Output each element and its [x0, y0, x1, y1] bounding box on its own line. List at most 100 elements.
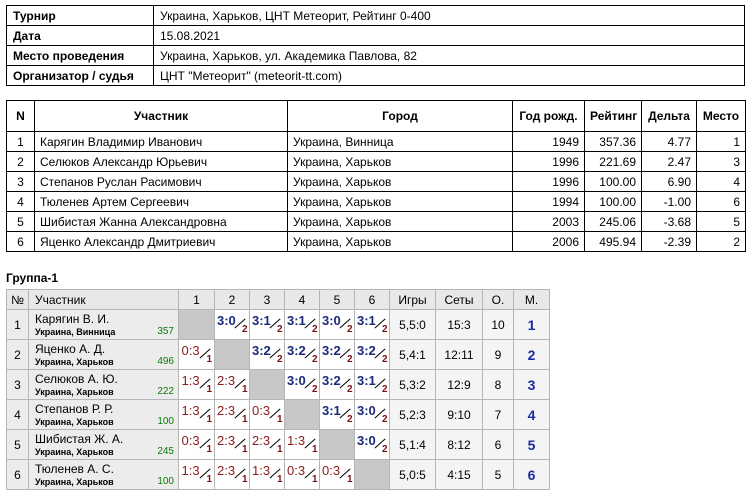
match-result[interactable]: 3:2 2 [354, 339, 390, 370]
set-score: 3:2 [322, 373, 341, 388]
match-result[interactable]: 3:2 2 [284, 339, 320, 370]
match-points: 1 [206, 384, 213, 395]
info-row: Организатор / судья ЦНТ "Метеорит" (meteo… [6, 65, 745, 86]
info-value: 15.08.2021 [153, 25, 745, 46]
match-result[interactable]: 3:2 2 [319, 339, 355, 370]
match-result[interactable]: 1:3 1 [178, 399, 215, 430]
match-result[interactable]: 3:0 2 [354, 429, 390, 460]
participant-cell: 1 [6, 131, 35, 152]
participant-cell: 100.00 [584, 171, 642, 192]
win-score: 3:1 2 [357, 311, 388, 335]
participant-cell: Украина, Харьков [287, 211, 513, 232]
match-result[interactable]: 3:0 2 [319, 309, 355, 340]
group-participant-cell: Шибистая Ж. А. Украина, Харьков 245 [28, 429, 179, 460]
participant-cell: 495.94 [584, 231, 642, 252]
group-cross-table: № Участник 1 2 3 4 5 6 Игры Сеты О. М. 1 Карягин В. … [6, 289, 550, 490]
match-result[interactable]: 2:3 1 [214, 399, 250, 430]
place-cell: 4 [513, 399, 550, 430]
win-score: 3:1 2 [287, 311, 318, 335]
match-result[interactable]: 0:3 1 [284, 459, 320, 490]
match-points: 1 [206, 474, 213, 485]
set-score: 2:3 [252, 433, 271, 448]
match-result[interactable]: 0:3 1 [319, 459, 355, 490]
group-row-number: 3 [6, 369, 29, 400]
match-result[interactable]: 1:3 1 [249, 459, 285, 490]
match-result[interactable]: 3:0 2 [354, 399, 390, 430]
match-result[interactable]: 3:1 2 [354, 369, 390, 400]
loss-score: 1:3 1 [182, 371, 213, 395]
participant-cell: Тюленев Артем Сергеевич [34, 191, 288, 212]
games-total: 5,1:4 [389, 429, 436, 460]
set-score: 1:3 [252, 463, 271, 478]
participant-name: Тюленев А. С. [35, 461, 114, 476]
match-result[interactable]: 3:0 2 [284, 369, 320, 400]
match-result[interactable]: 2:3 1 [214, 459, 250, 490]
participant-cell: 4 [696, 171, 746, 192]
diagonal-cell [214, 339, 250, 370]
group-row-number: 5 [6, 429, 29, 460]
participant-city: Украина, Харьков [35, 356, 114, 367]
participant-cell: Карягин Владимир Иванович [34, 131, 288, 152]
points-total: 5 [482, 459, 514, 490]
match-points: 2 [312, 384, 318, 395]
match-result[interactable]: 0:3 1 [178, 429, 215, 460]
participant-cell: 6 [6, 231, 35, 252]
participant-rating: 245 [157, 445, 174, 457]
info-label: Место проведения [6, 45, 154, 66]
match-result[interactable]: 3:1 2 [249, 309, 285, 340]
participant-meta: Украина, Харьков 100 [29, 416, 178, 428]
info-row: Турнир Украина, Харьков, ЦНТ Метеорит, Ре… [6, 5, 745, 26]
participant-row: 3 Степанов Руслан Расимович Украина, Харьк… [6, 171, 746, 192]
match-result[interactable]: 2:3 1 [214, 369, 250, 400]
match-points: 2 [382, 414, 388, 425]
participant-rating: 222 [157, 385, 174, 397]
participant-name: Степанов Р. Р. [35, 401, 114, 416]
match-result[interactable]: 0:3 1 [249, 399, 285, 430]
match-result[interactable]: 3:1 2 [284, 309, 320, 340]
set-score: 3:1 [322, 403, 341, 418]
match-points: 2 [347, 384, 353, 395]
games-total: 5,3:2 [389, 369, 436, 400]
diagonal-cell [284, 399, 320, 430]
match-points: 1 [242, 444, 248, 455]
match-result[interactable]: 0:3 1 [178, 339, 215, 370]
win-score: 3:2 2 [322, 341, 353, 365]
group-participant-cell: Карягин В. И. Украина, Винница 357 [28, 309, 179, 340]
sets-total: 15:3 [435, 309, 483, 340]
match-result[interactable]: 1:3 1 [178, 369, 215, 400]
match-result[interactable]: 1:3 1 [284, 429, 320, 460]
place-value: 1 [527, 316, 536, 333]
match-points: 2 [312, 354, 318, 365]
match-result[interactable]: 3:2 2 [319, 369, 355, 400]
set-score: 3:1 [357, 373, 376, 388]
match-points: 1 [242, 384, 248, 395]
group-row-number: 6 [6, 459, 29, 490]
column-header: Рейтинг [584, 100, 642, 132]
set-score: 3:0 [217, 313, 236, 328]
match-points: 1 [347, 474, 353, 485]
info-row: Дата 15.08.2021 [6, 25, 745, 46]
match-result[interactable]: 3:1 2 [319, 399, 355, 430]
match-result[interactable]: 3:2 2 [249, 339, 285, 370]
sets-total: 4:15 [435, 459, 483, 490]
participant-cell: Яценко Александр Дмитриевич [34, 231, 288, 252]
match-result[interactable]: 2:3 1 [249, 429, 285, 460]
participant-cell: 1994 [512, 191, 585, 212]
games-total: 5,4:1 [389, 339, 436, 370]
loss-score: 1:3 1 [287, 431, 318, 455]
win-score: 3:0 2 [217, 311, 248, 335]
set-score: 3:1 [252, 313, 271, 328]
match-result[interactable]: 2:3 1 [214, 429, 250, 460]
place-value: 6 [527, 466, 536, 483]
match-result[interactable]: 3:0 2 [214, 309, 250, 340]
group-column-header: 3 [249, 289, 285, 310]
set-score: 0:3 [287, 463, 306, 478]
win-score: 3:0 2 [357, 431, 388, 455]
info-value: ЦНТ "Метеорит" (meteorit-tt.com) [153, 65, 745, 86]
participant-cell: Степанов Руслан Расимович [34, 171, 288, 192]
participant-cell: 3 [6, 171, 35, 192]
match-result[interactable]: 1:3 1 [178, 459, 215, 490]
participant-cell: 2.47 [641, 151, 697, 172]
match-result[interactable]: 3:1 2 [354, 309, 390, 340]
place-value: 3 [527, 376, 536, 393]
